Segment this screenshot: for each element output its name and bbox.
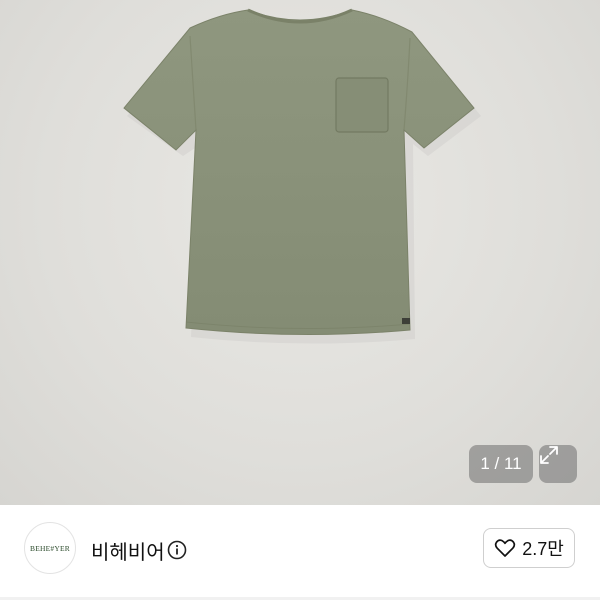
tshirt-body (123, 9, 475, 336)
avatar-logo-text: BEHE#YER (30, 543, 70, 553)
product-image[interactable]: 1 / 11 (0, 0, 600, 505)
like-button[interactable]: 2.7만 (483, 528, 575, 568)
tshirt-illustration (123, 8, 481, 344)
tshirt-pocket (335, 77, 389, 133)
seller-avatar[interactable]: BEHE#YER (24, 522, 76, 574)
info-icon[interactable] (167, 540, 187, 560)
seller-name[interactable]: 비헤비어 (91, 536, 165, 565)
like-count: 2.7만 (522, 539, 564, 559)
heart-icon (495, 539, 516, 557)
image-counter: 1 / 11 (469, 445, 533, 483)
expand-button[interactable] (539, 445, 577, 483)
expand-icon (540, 446, 558, 464)
